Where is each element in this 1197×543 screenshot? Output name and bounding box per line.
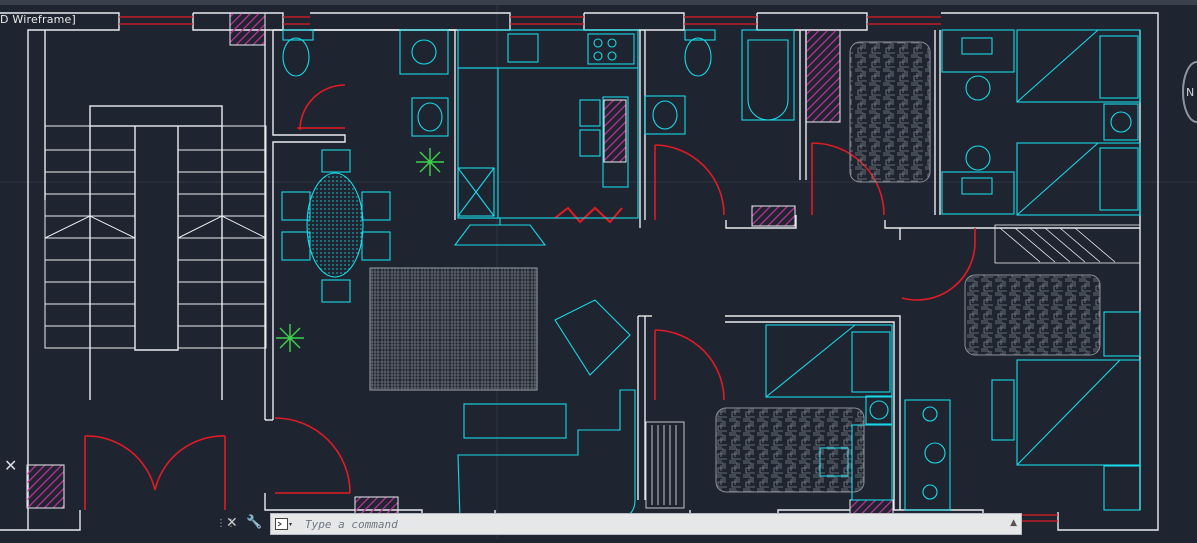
grip-icon[interactable]: ⋮⋮ [216, 516, 236, 532]
recent-commands-icon[interactable]: ▲ [1010, 518, 1017, 528]
drawing-viewport[interactable]: D Wireframe] N ✕ [0, 0, 1197, 539]
floor-plan-drawing[interactable] [0, 0, 1197, 539]
viewcube-compass[interactable]: N [1180, 60, 1197, 124]
command-input[interactable] [305, 515, 995, 533]
command-line-bar: ⋮⋮ ✕ 🔧 ▲ [216, 512, 1022, 536]
command-input-box[interactable]: ▲ [270, 513, 1022, 535]
customize-wrench-icon[interactable]: 🔧 [246, 515, 262, 531]
walls [0, 12, 1159, 531]
command-prompt-icon[interactable] [275, 518, 295, 531]
viewport-close-icon[interactable]: ✕ [4, 456, 17, 475]
close-icon[interactable]: ✕ [226, 515, 238, 531]
stairs [44, 125, 267, 349]
compass-letter: N [1186, 86, 1194, 99]
viewport-label[interactable]: D Wireframe] [0, 13, 76, 26]
rugs [369, 41, 1101, 493]
